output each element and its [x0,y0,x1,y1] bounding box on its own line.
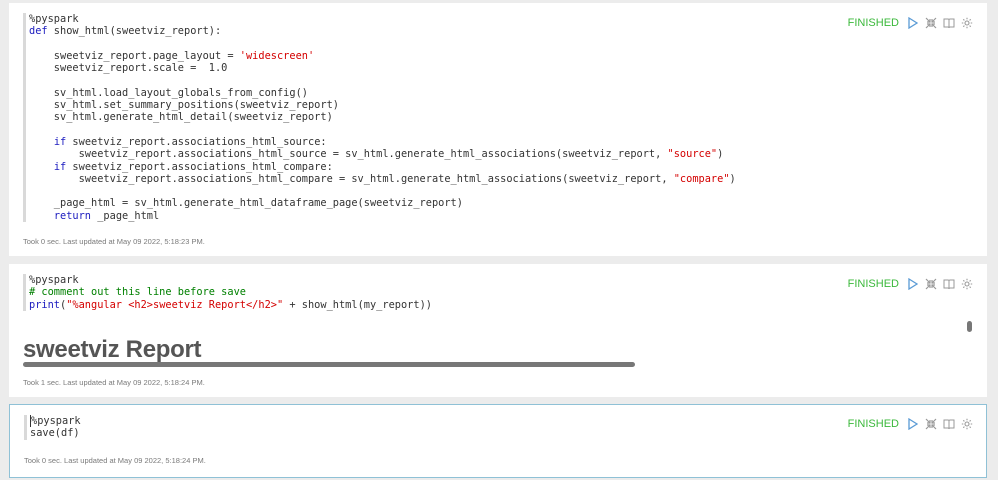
paragraph-controls: FINISHED [848,278,973,290]
report-title: sweetviz Report [23,336,202,363]
code-line: %pyspark [30,415,81,427]
status-finished: FINISHED [847,17,899,29]
code-line: sweetviz_report.associations_html_compar… [29,172,736,185]
code-line: sv_html.load_layout_globals_from_config(… [29,86,308,99]
gear-icon[interactable] [961,418,973,430]
code-line: sv_html.set_summary_positions(sweetviz_r… [29,99,339,112]
code-line: if sweetviz_report.associations_html_sou… [53,135,327,148]
collapse-icon[interactable] [925,278,937,290]
code-line: save(df) [30,427,80,440]
code-line: %pyspark [29,13,79,25]
code-comment: # comment out this line before save [29,286,246,299]
code-line: sweetviz_report.scale = 1.0 [29,62,228,75]
code-line: print("%angular <h2>sweetviz Report</h2>… [29,298,432,311]
code-line: def show_html(sweetviz_report): [29,25,222,38]
paragraph-print-report[interactable]: %pyspark # comment out this line before … [9,264,987,397]
code-editor[interactable]: %pyspark save(df) [24,415,81,440]
output-vertical-scrollbar[interactable] [967,321,972,332]
paragraph-footer: Took 0 sec. Last updated at May 09 2022,… [23,237,205,246]
code-editor[interactable]: %pyspark def show_html(sweetviz_report):… [23,13,736,223]
code-line: sweetviz_report.page_layout = 'widescree… [29,49,315,62]
paragraph-show-html[interactable]: %pyspark def show_html(sweetviz_report):… [9,3,987,256]
code-line: sv_html.generate_html_detail(sweetviz_re… [29,111,333,124]
run-icon[interactable] [907,278,919,290]
paragraph-footer: Took 0 sec. Last updated at May 09 2022,… [24,456,206,465]
paragraph-controls: FINISHED [848,17,973,29]
code-line: sweetviz_report.associations_html_source… [29,148,724,161]
status-finished: FINISHED [847,418,899,430]
output-horizontal-scrollbar[interactable] [23,362,635,367]
collapse-icon[interactable] [925,17,937,29]
code-line: return _page_html [53,209,160,222]
code-line: _page_html = sv_html.generate_html_dataf… [29,197,463,210]
book-icon[interactable] [943,418,955,430]
book-icon[interactable] [943,278,955,290]
code-line: %pyspark [29,274,79,286]
run-icon[interactable] [907,17,919,29]
book-icon[interactable] [943,17,955,29]
collapse-icon[interactable] [925,418,937,430]
gear-icon[interactable] [961,17,973,29]
run-icon[interactable] [907,418,919,430]
paragraph-save[interactable]: %pyspark save(df) FINISHED Took 0 sec. L… [9,404,987,478]
status-finished: FINISHED [847,278,899,290]
code-editor[interactable]: %pyspark # comment out this line before … [23,274,432,311]
code-line: if sweetviz_report.associations_html_com… [53,160,333,173]
paragraph-footer: Took 1 sec. Last updated at May 09 2022,… [23,378,205,387]
gear-icon[interactable] [961,278,973,290]
paragraph-controls: FINISHED [848,418,973,430]
